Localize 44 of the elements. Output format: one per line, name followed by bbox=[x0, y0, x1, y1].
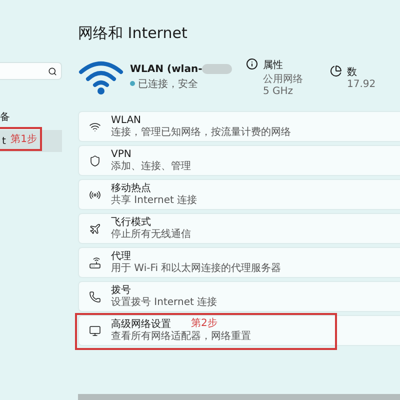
network-name: WLAN (wlan- bbox=[130, 64, 202, 74]
row-subtitle: 设置拨号 Internet 连接 bbox=[111, 296, 218, 308]
row-subtitle: 共享 Internet 连接 bbox=[111, 194, 198, 206]
search-field[interactable] bbox=[0, 62, 62, 80]
row-title: VPN bbox=[111, 148, 132, 160]
row-title: 拨号 bbox=[111, 284, 131, 296]
row-title: 代理 bbox=[111, 250, 131, 262]
settings-row[interactable]: VPN 添加、连接、管理 bbox=[78, 145, 400, 176]
property-value: 公用网络 bbox=[263, 72, 303, 86]
row-title: 移动热点 bbox=[111, 182, 151, 194]
row-subtitle: 停止所有无线通信 bbox=[111, 228, 191, 240]
search-icon bbox=[48, 66, 57, 76]
row-subtitle: 用于 Wi-Fi 和以太网连接的代理服务器 bbox=[111, 262, 282, 274]
monitor-icon bbox=[89, 324, 101, 336]
property-title[interactable]: 属性 bbox=[263, 58, 303, 72]
row-subtitle: 添加、连接、管理 bbox=[111, 160, 191, 172]
annotation-label: 第2步 bbox=[191, 318, 218, 330]
pie-icon bbox=[330, 64, 342, 76]
connection-status: 已连接，安全 bbox=[130, 76, 240, 90]
redaction-block bbox=[202, 64, 232, 74]
settings-row[interactable]: 移动热点 共享 Internet 连接 bbox=[78, 179, 400, 210]
settings-row[interactable]: 飞行模式 停止所有无线通信 bbox=[78, 213, 400, 244]
row-subtitle: 查看所有网络适配器，网络重置 bbox=[111, 330, 251, 342]
annotation-label: 第1步 bbox=[10, 132, 37, 146]
shield-icon bbox=[89, 154, 101, 166]
property-value: 5 GHz bbox=[263, 86, 294, 96]
settings-row[interactable]: 代理 用于 Wi-Fi 和以太网连接的代理服务器 bbox=[78, 247, 400, 278]
row-title: WLAN bbox=[111, 114, 142, 126]
sidebar-section-label: 备 bbox=[0, 111, 10, 124]
airplane-icon bbox=[89, 222, 101, 234]
row-title: 飞行模式 bbox=[111, 216, 151, 228]
property-title[interactable]: 数 bbox=[347, 64, 376, 78]
row-subtitle: 连接，管理已知网络，按流量计费的网络 bbox=[111, 126, 291, 138]
page-title: 网络和 Internet bbox=[78, 24, 188, 43]
wifi-icon bbox=[89, 120, 101, 132]
sidebar-item[interactable]: t 第1步 bbox=[0, 130, 62, 152]
antenna-icon bbox=[89, 188, 101, 200]
wifi-icon bbox=[78, 59, 124, 95]
settings-row[interactable]: 拨号 设置拨号 Internet 连接 bbox=[78, 281, 400, 312]
phone-icon bbox=[89, 290, 101, 302]
settings-row[interactable]: WLAN 连接，管理已知网络，按流量计费的网络 bbox=[78, 111, 400, 142]
row-title: 高级网络设置 bbox=[111, 318, 171, 330]
info-icon bbox=[246, 58, 258, 70]
property-value: 17.92 bbox=[347, 78, 376, 90]
